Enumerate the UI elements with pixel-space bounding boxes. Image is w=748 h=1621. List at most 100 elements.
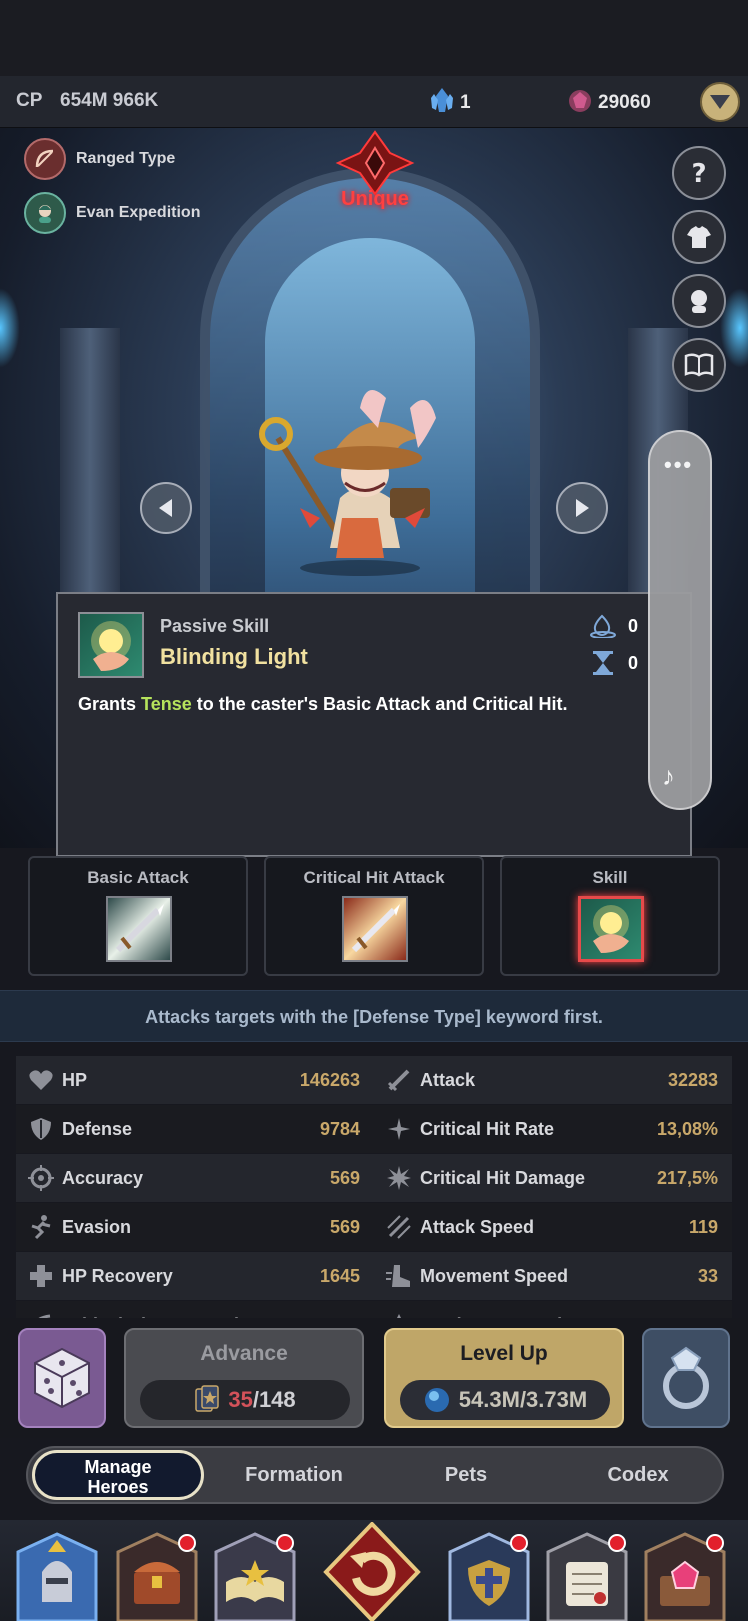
rarity-label: Unique (341, 188, 409, 210)
stat-evasion: Evasion 569 (16, 1203, 374, 1251)
nav-quests[interactable] (544, 1532, 630, 1621)
tab-manage-heroes-line1: Manage (84, 1457, 152, 1477)
skill-tooltip: Passive Skill Blinding Light 0 0 Grants … (56, 592, 692, 857)
basic-attack-arrow-icon (106, 896, 172, 962)
sword-icon (384, 1065, 414, 1095)
nav-guild[interactable] (446, 1532, 532, 1621)
skill-card[interactable]: Skill (500, 856, 720, 976)
blinding-light-skill-icon (78, 612, 144, 678)
cp-value: 654M 966K (60, 90, 159, 111)
stat-name: Critical Hit Damage (420, 1167, 586, 1188)
hero-tag-expedition[interactable]: Evan Expedition (24, 192, 200, 234)
hero-tag-type[interactable]: Ranged Type (24, 138, 175, 180)
stat-value: 569 (329, 1167, 360, 1188)
stat-hp: HP 146263 (16, 1056, 374, 1104)
advance-label: Advance (200, 1342, 288, 1365)
stat-value: 9784 (319, 1118, 360, 1139)
shield-icon (26, 1114, 56, 1144)
stat-critical-hit-rate: Critical Hit Rate 13,08% (374, 1105, 732, 1153)
stat-row: Accuracy 569 Critical Hit Damage 217,5% (16, 1154, 732, 1202)
gem-currency[interactable]: 29060 (566, 86, 651, 119)
crosshair-icon (26, 1163, 56, 1193)
hero-tag-type-label: Ranged Type (76, 150, 176, 167)
notification-badge (706, 1534, 724, 1552)
nav-heroes[interactable] (14, 1532, 100, 1621)
basic-attack-label: Basic Attack (87, 868, 189, 887)
cooldown: 0 (588, 650, 638, 676)
tab-codex[interactable]: Codex (552, 1448, 724, 1502)
encyclopedia-button[interactable] (672, 338, 726, 392)
crystal-icon (428, 86, 456, 119)
stat-value: 146263 (299, 1069, 360, 1090)
help-button[interactable]: ? (672, 146, 726, 200)
stat-accuracy: Accuracy 569 (16, 1154, 374, 1202)
hero-character[interactable] (250, 368, 470, 578)
level-up-cost-value: 54.3M/3.73M (458, 1387, 588, 1412)
skill-description: Grants Tense to the caster's Basic Attac… (78, 694, 567, 715)
equipment-button[interactable] (642, 1328, 730, 1428)
advance-current: 35 (228, 1387, 253, 1412)
nav-inventory[interactable] (114, 1532, 200, 1621)
stat-name: Defense (62, 1118, 133, 1139)
hero-action-bar: Advance 35/148 Level Up 54.3M/3.73M (0, 1318, 748, 1438)
gem-count: 29060 (598, 91, 651, 113)
dice-icon (34, 1347, 90, 1409)
nav-shop[interactable] (642, 1532, 728, 1621)
arrow-left-icon (159, 499, 172, 517)
critical-hit-arrow-icon (342, 896, 408, 962)
blinding-light-skill-icon (578, 896, 644, 962)
stat-attack-speed: Attack Speed 119 (374, 1203, 732, 1251)
stat-critical-hit-damage: Critical Hit Damage 217,5% (374, 1154, 732, 1202)
stat-value: 32283 (667, 1069, 718, 1090)
targeting-hint: Attacks targets with the [Defense Type] … (0, 990, 748, 1042)
advance-button[interactable]: Advance 35/148 (124, 1328, 364, 1428)
music-note-icon[interactable]: ♪ (662, 761, 675, 792)
costume-icon (687, 226, 711, 248)
skill-keyword[interactable]: Tense (141, 694, 192, 714)
crystal-currency[interactable]: 1 (428, 86, 471, 119)
stat-name: Accuracy (62, 1167, 144, 1188)
tab-formation[interactable]: Formation (208, 1448, 380, 1502)
skill-type-label: Passive Skill (160, 616, 270, 636)
profile-button[interactable] (672, 274, 726, 328)
hero-tag-expedition-label: Evan Expedition (76, 204, 201, 221)
basic-attack-card[interactable]: Basic Attack (28, 856, 248, 976)
boot-icon (384, 1261, 414, 1291)
level-up-label: Level Up (460, 1342, 548, 1365)
tab-pets[interactable]: Pets (380, 1448, 552, 1502)
mana-cost-value: 0 (628, 615, 639, 636)
nav-skills[interactable] (212, 1532, 298, 1621)
ring-icon (663, 1346, 709, 1409)
chevron-down-icon (710, 95, 730, 109)
mana-drop-icon (590, 614, 616, 638)
stat-value: 33 (697, 1265, 718, 1286)
hero-knight-icon (16, 1532, 98, 1621)
more-options-icon[interactable]: ••• (664, 452, 693, 478)
help-icon: ? (691, 159, 706, 188)
stat-value: 119 (688, 1216, 718, 1237)
level-up-button[interactable]: Level Up 54.3M/3.73M (384, 1328, 624, 1428)
status-bar (0, 0, 748, 76)
hero-portrait-icon (24, 192, 66, 234)
previous-hero-button[interactable] (140, 482, 192, 534)
book-icon (684, 353, 714, 377)
randomize-button[interactable] (18, 1328, 106, 1428)
currency-bar: CP 654M 966K 1 29060 (0, 76, 748, 128)
level-up-cost: 54.3M/3.73M (400, 1380, 610, 1420)
stat-value: 13,08% (656, 1118, 718, 1139)
floating-toolbar[interactable]: ••• ♪ (648, 430, 712, 810)
heart-icon (26, 1065, 56, 1095)
critical-hit-attack-card[interactable]: Critical Hit Attack (264, 856, 484, 976)
tab-manage-heroes[interactable]: Manage Heroes (32, 1450, 204, 1500)
next-hero-button[interactable] (556, 482, 608, 534)
stat-row: Defense 9784 Critical Hit Rate 13,08% (16, 1105, 732, 1153)
exp-orb-icon (424, 1388, 449, 1412)
notification-badge (510, 1534, 528, 1552)
stat-name: Attack Speed (420, 1216, 535, 1237)
plus-icon (26, 1261, 56, 1291)
costume-button[interactable] (672, 210, 726, 264)
currency-dropdown-button[interactable] (700, 82, 740, 122)
nav-return[interactable] (322, 1521, 422, 1621)
notification-badge (178, 1534, 196, 1552)
stat-value: 569 (329, 1216, 360, 1237)
